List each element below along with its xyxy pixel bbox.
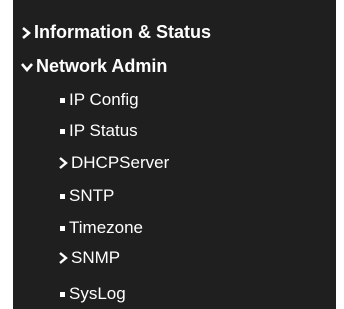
submenu-item-ip-status[interactable]: IP Status: [60, 121, 138, 141]
submenu-item-label: IP Status: [69, 121, 138, 140]
bullet-icon: [60, 97, 65, 103]
bullet-icon: [60, 128, 65, 134]
submenu-item-label: SNMP: [71, 248, 121, 267]
submenu-item-label: DHCPServer: [71, 153, 170, 172]
chevron-right-icon: [57, 251, 69, 265]
bullet-icon: [60, 225, 65, 231]
submenu-item-sntp[interactable]: SNTP: [60, 186, 114, 206]
submenu-item-label: SNTP: [69, 186, 115, 205]
submenu-item-label: IP Config: [69, 90, 139, 109]
menu-item-information-status[interactable]: Information & Status: [20, 22, 211, 43]
chevron-down-icon: [20, 61, 34, 73]
submenu-item-label: SysLog: [69, 284, 126, 303]
submenu-item-timezone[interactable]: Timezone: [60, 218, 143, 238]
submenu-item-syslog[interactable]: SysLog: [60, 284, 126, 304]
bullet-icon: [60, 193, 65, 199]
menu-item-label: Network Admin: [36, 56, 168, 76]
menu-item-label: Information & Status: [34, 22, 212, 42]
submenu-item-label: Timezone: [69, 218, 144, 237]
chevron-right-icon: [57, 156, 69, 170]
menu-item-network-admin[interactable]: Network Admin: [20, 56, 167, 77]
chevron-right-icon: [20, 26, 32, 40]
sidebar-nav: Information & Status Network Admin IP Co…: [13, 0, 336, 309]
submenu-item-snmp[interactable]: SNMP: [57, 248, 121, 268]
bullet-icon: [60, 291, 65, 297]
submenu-item-dhcp-server[interactable]: DHCPServer: [57, 153, 170, 173]
submenu-item-ip-config[interactable]: IP Config: [60, 90, 139, 110]
